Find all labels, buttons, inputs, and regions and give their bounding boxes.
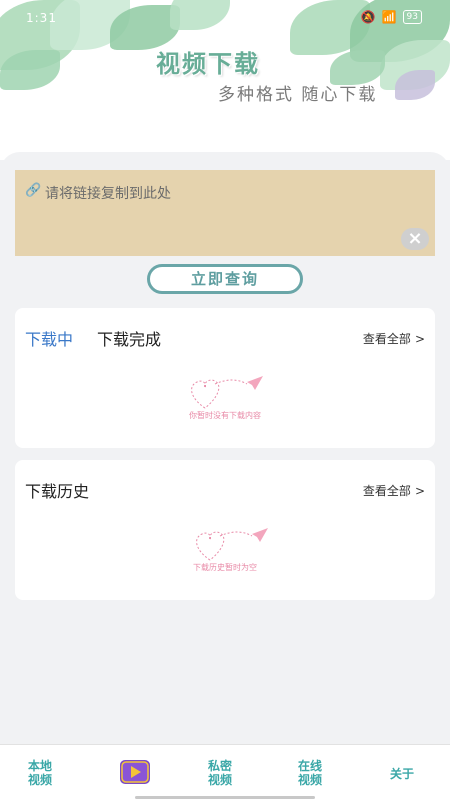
history-panel: 下载历史 查看全部 > 下载历史暂时为空 (15, 460, 435, 600)
tab-downloading[interactable]: 下载中 (25, 326, 73, 350)
query-button[interactable]: 立即查询 (147, 264, 303, 294)
view-all-history[interactable]: 查看全部 > (363, 482, 425, 499)
leaf-decoration (395, 70, 435, 100)
nav-about[interactable]: 关于 (390, 767, 414, 781)
view-all-downloads[interactable]: 查看全部 > (363, 330, 425, 347)
status-bar: 1:31 🔕 📶 93 (0, 8, 450, 30)
nav-private-video[interactable]: 私密 视频 (208, 759, 232, 787)
link-icon: 🔗 (25, 183, 42, 198)
header-banner: 1:31 🔕 📶 93 视频下载 多种格式 随心下载 (0, 0, 450, 160)
status-time: 1:31 (26, 11, 57, 25)
play-icon (121, 761, 149, 783)
gesture-bar (135, 796, 315, 799)
link-input-placeholder: 请将链接复制到此处 (45, 186, 171, 202)
mute-icon: 🔕 (360, 10, 376, 24)
heart-plane-icon (196, 528, 268, 561)
chevron-right-icon: > (414, 484, 425, 498)
status-icons: 🔕 📶 93 (361, 10, 422, 24)
app-subtitle: 多种格式 随心下载 (218, 85, 378, 105)
nav-label: 私密 (208, 759, 233, 773)
nav-label: 视频 (208, 773, 233, 787)
history-title: 下载历史 (25, 482, 90, 501)
nav-label: 在线 (298, 759, 323, 773)
nav-label: 视频 (28, 773, 53, 787)
play-button[interactable] (120, 760, 150, 784)
download-panel: 下载中 下载完成 查看全部 > 你暂时没有下载内容 (15, 308, 435, 448)
bottom-nav: 本地 视频 私密 视频 在线 视频 关于 (0, 744, 450, 801)
chevron-right-icon: > (414, 332, 425, 346)
close-icon: × (407, 228, 423, 249)
wifi-icon: 📶 (381, 10, 397, 24)
clear-button[interactable]: × (401, 228, 429, 250)
empty-state-text: 下载历史暂时为空 (193, 563, 257, 572)
nav-local-video[interactable]: 本地 视频 (28, 759, 52, 787)
tab-download-complete[interactable]: 下载完成 (97, 326, 161, 350)
nav-online-video[interactable]: 在线 视频 (298, 759, 322, 787)
link-input[interactable]: 🔗 请将链接复制到此处 × (15, 170, 435, 256)
nav-label: 关于 (390, 767, 415, 781)
view-all-label: 查看全部 (362, 484, 411, 498)
battery-icon: 93 (402, 10, 422, 24)
app-title: 视频下载 (156, 49, 260, 78)
view-all-label: 查看全部 (362, 332, 411, 346)
empty-state-text: 你暂时没有下载内容 (189, 411, 261, 420)
heart-plane-icon (191, 376, 263, 409)
nav-label: 视频 (298, 773, 323, 787)
nav-label: 本地 (28, 759, 53, 773)
